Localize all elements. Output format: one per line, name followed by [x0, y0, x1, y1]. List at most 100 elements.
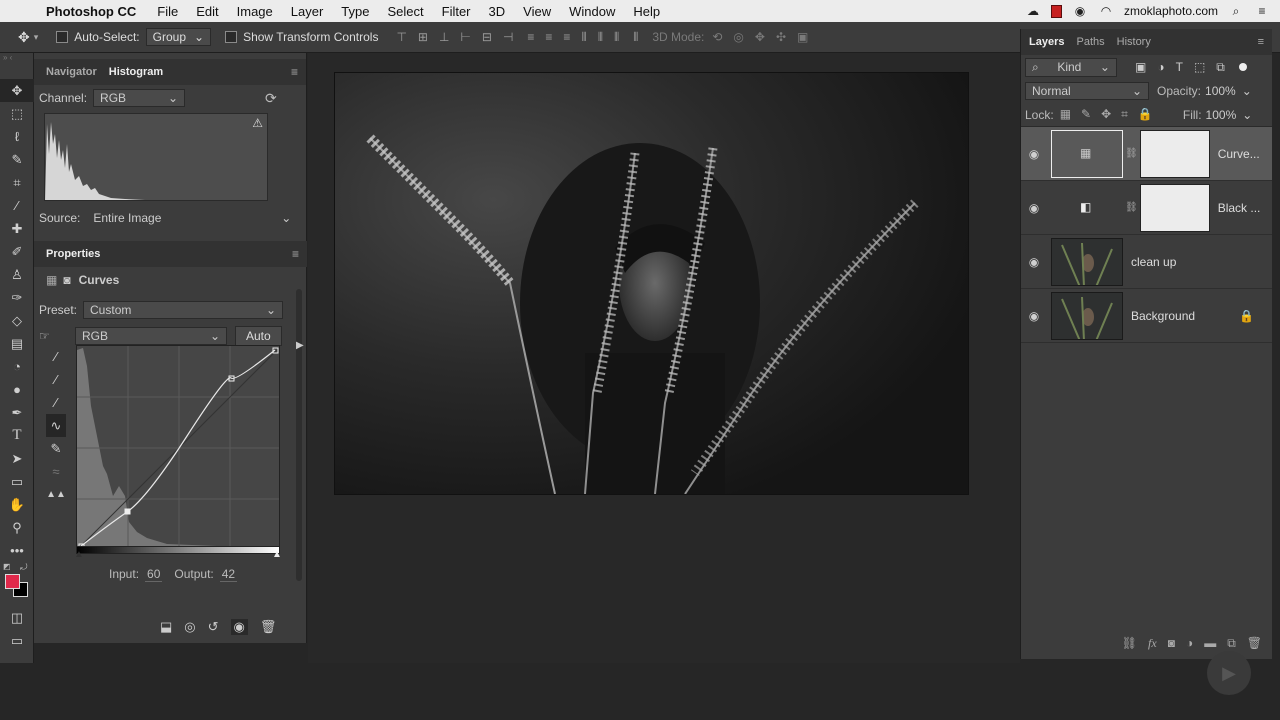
dodge-tool-icon[interactable]: ● [0, 378, 34, 401]
menu-edit[interactable]: Edit [196, 4, 218, 19]
menu-layer[interactable]: Layer [291, 4, 324, 19]
fx-icon[interactable]: fx [1148, 636, 1157, 651]
3d-pan-icon[interactable]: ✥ [755, 30, 765, 44]
new-adjustment-icon[interactable]: ◑ [1186, 636, 1193, 651]
edit-toolbar-icon[interactable]: ••• [0, 539, 34, 562]
align-hcenter-icon[interactable]: ⊟ [482, 30, 492, 44]
black-point-eyedropper-icon[interactable]: ⁄ [46, 345, 66, 368]
auto-align-icon[interactable]: ⫴ [633, 30, 638, 45]
auto-select-checkbox[interactable] [56, 31, 69, 43]
wifi-icon[interactable]: ◠ [1098, 4, 1114, 18]
gradient-tool-icon[interactable]: ▤ [0, 332, 34, 355]
3d-camera-icon[interactable]: ▣ [797, 30, 808, 44]
document-canvas[interactable] [335, 73, 968, 494]
show-transform-checkbox[interactable] [225, 31, 238, 43]
layer-row[interactable]: ◉ clean up [1021, 235, 1272, 289]
rectangle-tool-icon[interactable]: ▭ [0, 470, 34, 493]
delete-adjustment-icon[interactable]: 🗑 [260, 619, 277, 635]
tab-properties[interactable]: Properties [40, 244, 106, 264]
clipping-warning-icon[interactable]: ▲▲ [46, 483, 66, 506]
app-name-menu[interactable]: Photoshop CC [46, 4, 136, 19]
3d-rotate-icon[interactable]: ⟲ [712, 30, 722, 44]
tab-layers[interactable]: Layers [1023, 32, 1070, 52]
chevron-down-icon[interactable]: ⌄ [1242, 108, 1252, 122]
link-icon[interactable]: ⛓ [1125, 202, 1138, 213]
sync-icon[interactable]: ◉ [1072, 4, 1088, 18]
properties-scrollbar[interactable] [296, 289, 302, 581]
align-right-icon[interactable]: ⊣ [503, 30, 513, 44]
link-icon[interactable]: ⛓ [1125, 148, 1138, 159]
spotlight-search-icon[interactable]: ⌕ [1228, 4, 1244, 18]
layer-name[interactable]: Black ... [1218, 201, 1261, 215]
path-selection-tool-icon[interactable]: ➤ [0, 447, 34, 470]
lock-icon[interactable]: 🔒 [1239, 309, 1254, 323]
view-previous-icon[interactable]: ◎ [184, 619, 195, 635]
eraser-tool-icon[interactable]: ◇ [0, 309, 34, 332]
curves-graph[interactable] [76, 345, 280, 549]
eyedropper-tool-icon[interactable]: ⁄ [0, 194, 34, 217]
tab-history[interactable]: History [1111, 32, 1157, 52]
visibility-eye-icon[interactable]: ◉ [1021, 309, 1047, 323]
black-white-layer-thumbnail[interactable]: ◧ [1051, 183, 1123, 232]
tab-navigator[interactable]: Navigator [40, 62, 103, 82]
preset-dropdown[interactable]: Custom ⌄ [83, 301, 284, 319]
distribute-right-icon[interactable]: ⦀ [614, 30, 619, 45]
delete-layer-icon[interactable]: 🗑 [1247, 636, 1262, 651]
layer-name[interactable]: Curve... [1218, 147, 1260, 161]
align-vcenter-icon[interactable]: ⊞ [418, 30, 428, 44]
clip-to-layer-icon[interactable]: ⬓ [160, 619, 172, 635]
distribute-bottom-icon[interactable]: ≡ [563, 30, 570, 45]
3d-slide-icon[interactable]: ✣ [776, 30, 786, 44]
quick-select-tool-icon[interactable]: ✎ [0, 148, 34, 171]
visibility-eye-icon[interactable]: ◉ [1021, 201, 1047, 215]
panel-collapse-arrow-icon[interactable]: ▶ [296, 340, 304, 351]
menu-list-icon[interactable]: ≡ [1254, 4, 1270, 18]
pen-tool-icon[interactable]: ✒ [0, 401, 34, 424]
smooth-curve-icon[interactable]: ≈ [46, 460, 66, 483]
auto-button[interactable]: Auto [235, 326, 282, 346]
blur-tool-icon[interactable]: ◔ [0, 355, 34, 378]
lock-all-icon[interactable]: 🔒 [1138, 107, 1153, 122]
background-layer-thumbnail[interactable] [1051, 291, 1123, 340]
blend-mode-dropdown[interactable]: Normal ⌄ [1025, 82, 1149, 100]
menu-help[interactable]: Help [633, 4, 660, 19]
menu-type[interactable]: Type [341, 4, 369, 19]
input-value[interactable]: 60 [145, 567, 163, 582]
layer-filter-dropdown[interactable]: ⌕ Kind ⌄ [1025, 57, 1117, 77]
targeted-adjustment-icon[interactable]: ☞ [39, 329, 69, 343]
type-tool-icon[interactable]: T [0, 424, 34, 447]
histogram-source-dropdown[interactable]: Entire Image ⌄ [86, 209, 299, 227]
distribute-hcenter-icon[interactable]: ⦀ [598, 30, 603, 45]
histogram-channel-dropdown[interactable]: RGB ⌄ [93, 89, 186, 107]
clone-stamp-tool-icon[interactable]: ♙ [0, 263, 34, 286]
warning-icon[interactable]: ⚠ [252, 116, 263, 130]
filter-type-icon[interactable]: T [1176, 60, 1183, 75]
toolbar-grip[interactable]: » ‹ [0, 53, 33, 62]
healing-brush-tool-icon[interactable]: ✚ [0, 217, 34, 240]
align-left-icon[interactable]: ⊢ [460, 30, 470, 44]
status-red-icon[interactable] [1050, 4, 1062, 18]
menu-window[interactable]: Window [569, 4, 615, 19]
add-mask-icon[interactable]: ◙ [1168, 636, 1175, 651]
tab-paths[interactable]: Paths [1070, 32, 1110, 52]
filter-toggle-icon[interactable] [1238, 63, 1247, 71]
visibility-toggle-icon[interactable]: ◉ [230, 619, 248, 635]
lock-transparent-icon[interactable]: ▦ [1060, 107, 1071, 122]
filter-shape-icon[interactable]: ⬚ [1194, 60, 1205, 75]
lasso-tool-icon[interactable]: ℓ [0, 125, 34, 148]
tool-preset-chevron-icon[interactable]: ▾ [34, 32, 39, 43]
opacity-value[interactable]: 100% [1205, 84, 1236, 98]
curve-control-point[interactable] [124, 508, 131, 515]
panel-menu-icon[interactable]: ≡ [1258, 36, 1264, 48]
swap-colors-icon[interactable]: ⤾ [20, 562, 28, 573]
history-brush-tool-icon[interactable]: ✑ [0, 286, 34, 309]
layer-row[interactable]: ◉ ◧ ⛓ Black ... [1021, 181, 1272, 235]
link-layers-icon[interactable]: ⛓ [1122, 636, 1137, 651]
layer-row[interactable]: ◉ ▦ ⛓ Curve... [1021, 127, 1272, 181]
distribute-left-icon[interactable]: ⦀ [581, 30, 586, 45]
distribute-vcenter-icon[interactable]: ≡ [545, 30, 552, 45]
layer-mask-icon[interactable]: ◙ [63, 273, 70, 287]
clean-up-layer-thumbnail[interactable] [1051, 237, 1123, 286]
refresh-icon[interactable]: ⟳ [265, 90, 277, 107]
marquee-tool-icon[interactable]: ⬚ [0, 102, 34, 125]
